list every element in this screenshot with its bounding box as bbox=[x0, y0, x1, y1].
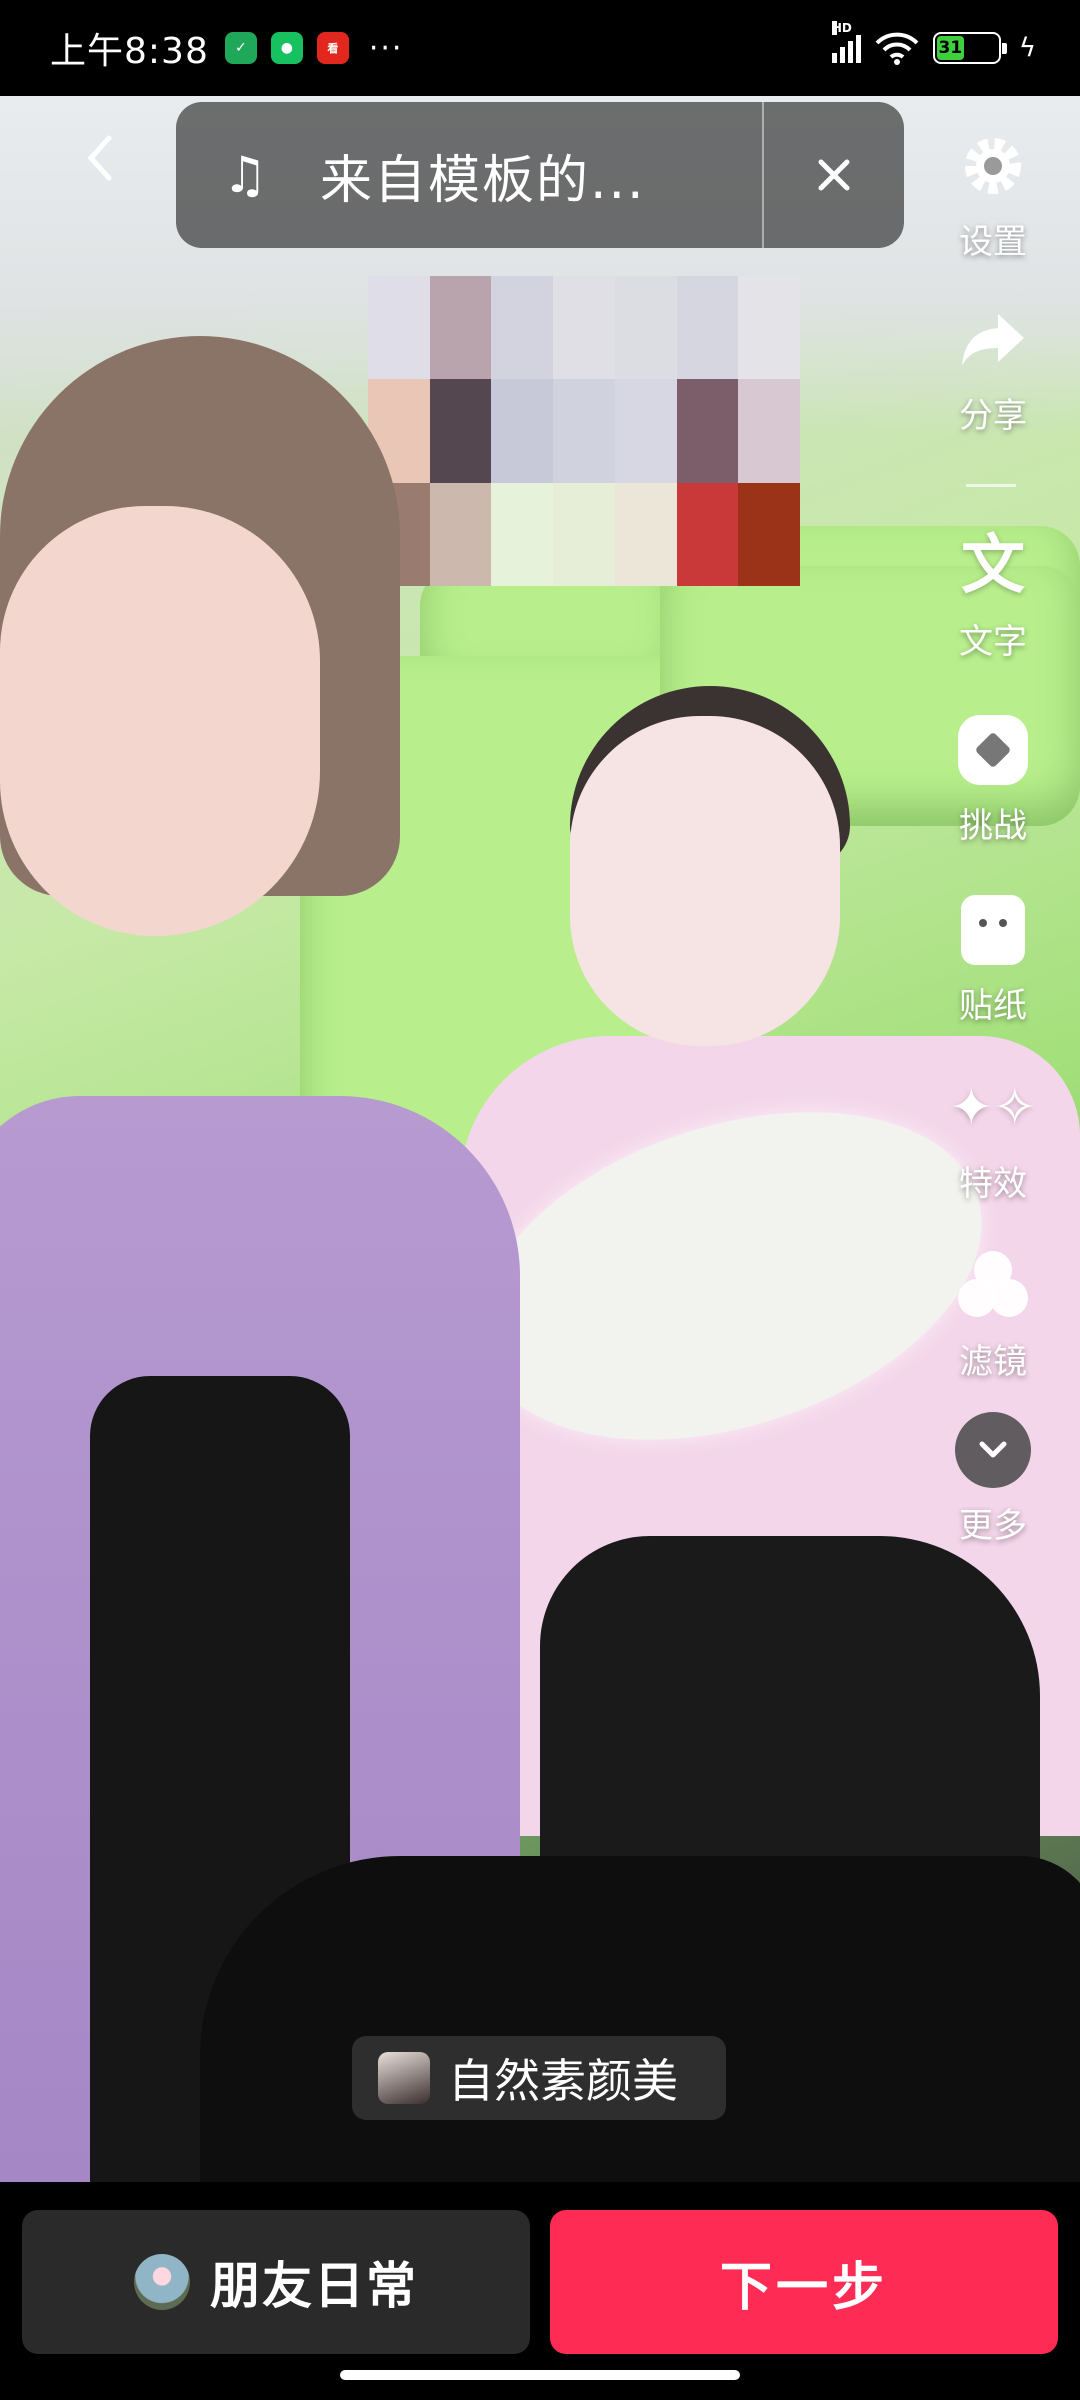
signal-icon: HD bbox=[831, 21, 861, 63]
gear-icon bbox=[953, 126, 1033, 206]
beauty-filter-label: 自然素颜美 bbox=[448, 2054, 678, 2108]
share-label: 分享 bbox=[959, 396, 1027, 436]
next-step-button[interactable]: 下一步 bbox=[550, 2210, 1058, 2354]
sticker-label: 贴纸 bbox=[959, 986, 1027, 1026]
share-arrow-icon bbox=[953, 300, 1033, 380]
sticker-button[interactable]: 贴纸 bbox=[938, 890, 1048, 1027]
challenge-icon bbox=[953, 710, 1033, 790]
camera-preview[interactable] bbox=[0, 96, 1080, 2182]
toolbar-divider bbox=[966, 484, 1016, 487]
status-time: 上午8:38 bbox=[50, 31, 209, 72]
sticker-icon bbox=[953, 890, 1033, 970]
remove-music-button[interactable] bbox=[764, 102, 904, 248]
effects-button[interactable]: ✦✧ 特效 bbox=[938, 1068, 1048, 1205]
filter-icon bbox=[953, 1246, 1033, 1326]
share-button[interactable]: 分享 bbox=[938, 300, 1048, 437]
music-selector[interactable]: ♫ 来自模板的... bbox=[176, 102, 904, 248]
news-app-icon: 看 bbox=[316, 32, 349, 64]
text-label: 文字 bbox=[959, 622, 1027, 662]
filter-button[interactable]: 滤镜 bbox=[938, 1246, 1048, 1383]
settings-button[interactable]: 设置 bbox=[938, 126, 1048, 263]
wifi-icon bbox=[875, 32, 919, 65]
battery-icon: 31 bbox=[932, 32, 1007, 64]
sparkle-icon: ✦✧ bbox=[949, 1078, 1037, 1138]
avatar bbox=[134, 2254, 190, 2310]
notification-icons: ✓ ● 看 ··· bbox=[224, 30, 404, 66]
face bbox=[0, 506, 320, 936]
face bbox=[570, 716, 840, 1046]
settings-label: 设置 bbox=[959, 222, 1027, 262]
challenge-label: 挑战 bbox=[959, 806, 1027, 846]
filter-label: 滤镜 bbox=[959, 1342, 1027, 1382]
friends-daily-label: 朋友日常 bbox=[210, 2257, 418, 2315]
close-icon bbox=[818, 159, 850, 191]
hd-label: HD bbox=[831, 21, 852, 35]
battery-level: 31 bbox=[936, 36, 964, 60]
home-indicator[interactable] bbox=[340, 2370, 740, 2380]
chevron-down-icon bbox=[953, 1410, 1033, 1490]
more-notifications-icon: ··· bbox=[368, 30, 404, 66]
text-icon: 文 bbox=[961, 529, 1025, 603]
music-title: 来自模板的... bbox=[320, 150, 646, 211]
wechat-icon: ● bbox=[270, 32, 303, 64]
effects-label: 特效 bbox=[959, 1164, 1027, 1204]
battery-percent: 31 bbox=[938, 38, 963, 58]
friends-daily-button[interactable]: 朋友日常 bbox=[22, 2210, 530, 2354]
more-label: 更多 bbox=[959, 1506, 1027, 1546]
challenge-button[interactable]: 挑战 bbox=[938, 710, 1048, 847]
security-app-icon: ✓ bbox=[224, 32, 257, 64]
text-button[interactable]: 文 文字 bbox=[938, 526, 1048, 663]
back-chevron-icon bbox=[87, 135, 112, 181]
beauty-filter-thumbnail bbox=[378, 2052, 430, 2104]
dark-pants bbox=[200, 1856, 1080, 2182]
status-indicators: HD 31 ϟ bbox=[831, 21, 1036, 65]
bottom-action-bar: 朋友日常 下一步 bbox=[0, 2182, 1080, 2400]
status-bar: 上午8:38 ✓ ● 看 ··· HD 31 ϟ bbox=[0, 0, 1080, 96]
charging-icon: ϟ bbox=[1018, 33, 1036, 63]
back-button[interactable] bbox=[78, 130, 122, 186]
beauty-filter-chip[interactable]: 自然素颜美 bbox=[352, 2036, 726, 2120]
music-note-icon: ♫ bbox=[222, 146, 268, 204]
more-button[interactable]: 更多 bbox=[938, 1410, 1048, 1547]
